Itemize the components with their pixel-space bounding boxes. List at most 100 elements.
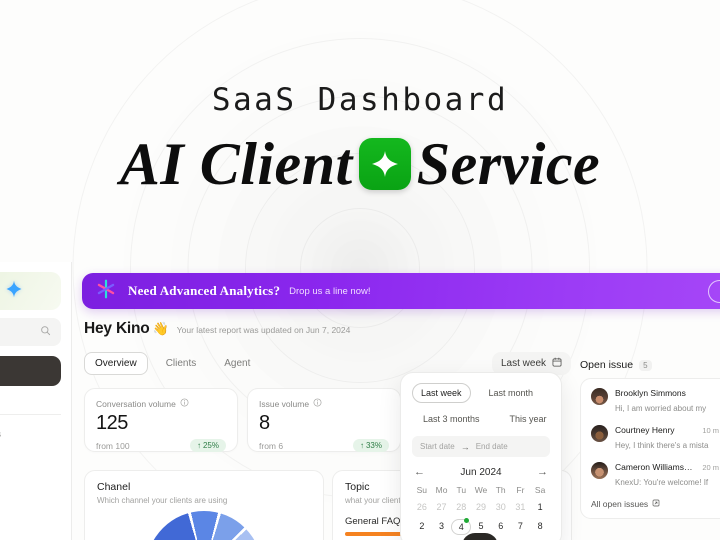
stat-label-text: Conversation volume <box>96 398 176 409</box>
stat-card-issue-volume: Issue volume 8 from 6 ↑ 33% <box>247 388 401 452</box>
banner-subtext: Drop us a line now! <box>289 285 371 297</box>
calendar-day[interactable]: 8 <box>530 519 550 535</box>
hero-title-part2: Service <box>416 131 601 197</box>
status-badge: ↑ 33% <box>352 439 389 452</box>
issue-message: Hi, I am worried about my <box>615 404 707 413</box>
date-range-inputs: Start date → End date <box>412 436 550 457</box>
tab-clients[interactable]: Clients <box>156 353 207 374</box>
calendar-day[interactable]: 28 <box>451 500 471 514</box>
waving-hand-icon: 👋 <box>152 321 169 336</box>
sparkle-icon <box>4 279 24 304</box>
dow-tu: Tu <box>456 485 467 495</box>
contact-button[interactable]: Contact <box>707 279 720 303</box>
start-date-input[interactable]: Start date <box>420 442 455 451</box>
delta-value: 33% <box>365 441 382 450</box>
dow-th: Th <box>495 485 506 495</box>
tab-overview[interactable]: Overview <box>84 352 148 375</box>
issue-time: 20 m <box>702 463 719 472</box>
quick-range-row-2: Last 3 months This year <box>412 410 550 428</box>
info-icon[interactable] <box>180 398 189 409</box>
stat-previous: from 6 <box>259 440 284 451</box>
arrow-right-icon: → <box>460 441 470 452</box>
calendar-day[interactable]: 27 <box>432 500 452 514</box>
stat-footer: from 6 ↑ 33% <box>259 439 389 452</box>
calendar-day[interactable]: 30 <box>491 500 511 514</box>
quick-range-row-1: Last week Last month <box>412 383 550 403</box>
banner-headline: Need Advanced Analytics? <box>128 283 281 298</box>
calendar-day[interactable]: 2 <box>412 519 432 535</box>
arrow-right-icon[interactable]: → <box>537 466 548 478</box>
sidebar-item-1[interactable]: s <box>0 453 61 464</box>
dow-mo: Mo <box>435 485 448 495</box>
stat-label: Conversation volume <box>96 398 226 409</box>
sidebar-divider <box>0 414 61 415</box>
delta-value: 25% <box>202 441 219 450</box>
end-date-input[interactable]: End date <box>476 442 508 451</box>
list-item[interactable]: Courtney Henry 10 m Hey, I think there's… <box>591 425 719 453</box>
stat-label-text: Issue volume <box>259 398 310 409</box>
list-item[interactable]: Cameron Williams… 20 m KnexU: You're wel… <box>591 462 719 490</box>
info-icon[interactable] <box>313 398 322 409</box>
stat-value: 8 <box>259 412 270 434</box>
arrow-up-icon: ↑ <box>196 441 201 450</box>
issue-top-row: Courtney Henry 10 m <box>615 425 719 435</box>
tab-bar: Overview Clients Agent <box>84 352 260 375</box>
dow-sa: Sa <box>534 485 546 495</box>
open-issue-panel: Open issue 5 Brooklyn Simmons Hi, I am w… <box>580 359 720 519</box>
issue-author: Courtney Henry <box>615 425 675 435</box>
external-link-icon <box>652 499 660 509</box>
stat-card-row: Conversation volume 125 from 100 ↑ 25% I… <box>84 388 401 452</box>
arrow-up-icon: ↑ <box>359 441 364 450</box>
stat-card-conversation-volume: Conversation volume 125 from 100 ↑ 25% <box>84 388 238 452</box>
issue-body: Brooklyn Simmons Hi, I am worried about … <box>615 388 719 416</box>
calendar-day[interactable]: 1 <box>530 500 550 514</box>
open-issue-list: Brooklyn Simmons Hi, I am worried about … <box>580 378 720 519</box>
chanel-card: Chanel Which channel your clients are us… <box>84 470 324 540</box>
avatar <box>591 425 608 442</box>
calendar-day[interactable]: 6 <box>491 519 511 535</box>
calendar-day[interactable]: 3 <box>432 519 452 535</box>
issue-time: 10 m <box>702 426 719 435</box>
card-subtitle: Which channel your clients are using <box>97 496 228 505</box>
left-sidebar: ations s <box>0 262 72 540</box>
calendar-day[interactable]: 26 <box>412 500 432 514</box>
calendar-day-selected[interactable]: 4 <box>451 518 472 535</box>
issue-top-row: Cameron Williams… 20 m <box>615 462 719 472</box>
quick-range-this-year[interactable]: This year <box>502 410 555 428</box>
issue-message: Hey, I think there's a mista <box>615 441 709 450</box>
quick-range-last-3-months[interactable]: Last 3 months <box>415 410 488 428</box>
avatar <box>591 462 608 479</box>
channel-donut-chart <box>146 511 262 540</box>
arrow-left-icon[interactable]: ← <box>414 466 425 478</box>
calendar-day[interactable]: 29 <box>471 500 491 514</box>
sparkle-icon <box>358 138 411 190</box>
calendar-month-header: ← Jun 2024 → <box>412 466 550 478</box>
issue-author: Brooklyn Simmons <box>615 388 686 398</box>
tab-agent[interactable]: Agent <box>214 353 260 374</box>
calendar-day-number: 4 <box>458 522 464 532</box>
greeting-subtitle: Your latest report was updated on Jun 7,… <box>176 325 351 335</box>
list-item[interactable]: Brooklyn Simmons Hi, I am worried about … <box>591 388 719 416</box>
calendar-grid: Su Mo Tu We Th Fr Sa 26 27 28 29 30 31 1… <box>412 485 550 535</box>
calendar-day[interactable]: 7 <box>511 519 531 535</box>
hero-title-part1: AI Client <box>119 131 353 197</box>
event-dot-icon <box>464 518 470 523</box>
dow-we: We <box>474 485 488 495</box>
status-badge: ↑ 25% <box>189 439 226 452</box>
date-range-label: Last week <box>501 358 547 369</box>
screenshot-root: SaaS Dashboard AI Client Service Need Ad… <box>0 0 720 540</box>
sidebar-promo-card[interactable] <box>0 272 61 310</box>
dow-fr: Fr <box>516 485 525 495</box>
all-open-issues-link[interactable]: All open issues <box>591 499 719 509</box>
avatar <box>591 388 608 405</box>
open-issue-title: Open issue <box>580 359 634 371</box>
issue-author: Cameron Williams… <box>615 462 693 472</box>
quick-range-last-week[interactable]: Last week <box>412 383 471 403</box>
greeting: Hey Kino 👋 Your latest report was update… <box>84 320 350 338</box>
stat-value: 125 <box>96 412 128 434</box>
calendar-day[interactable]: 31 <box>511 500 531 514</box>
quick-range-last-month[interactable]: Last month <box>481 384 542 402</box>
search-input[interactable] <box>0 318 61 346</box>
sidebar-item-0[interactable]: ations <box>0 429 61 440</box>
sidebar-item-active[interactable] <box>0 356 61 386</box>
